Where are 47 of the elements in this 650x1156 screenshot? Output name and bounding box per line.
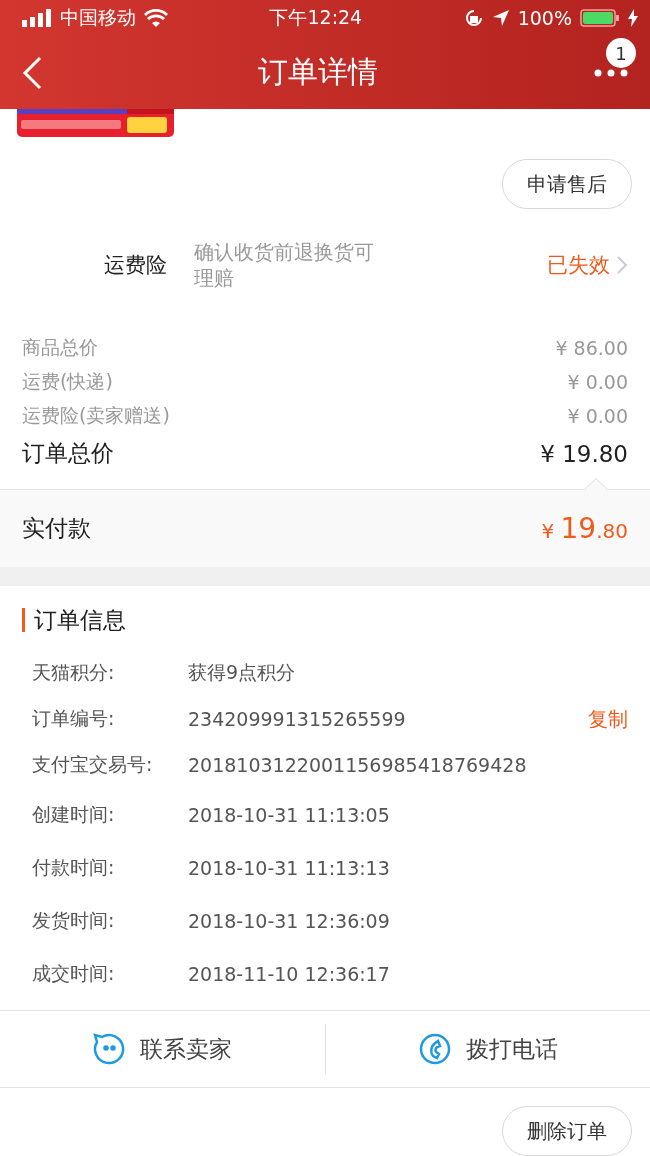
- info-label: 订单编号:: [32, 706, 116, 732]
- info-label: 创建时间:: [32, 801, 116, 827]
- info-value: 2018-10-31 11:13:13: [188, 856, 391, 879]
- after-sale-button[interactable]: 申请售后: [502, 159, 632, 210]
- battery-percent: 100%: [517, 7, 572, 29]
- info-label: 发货时间:: [32, 907, 116, 933]
- price-value: ¥ 86.00: [555, 336, 628, 359]
- chat-face-icon: [92, 1032, 127, 1067]
- contact-seller-button[interactable]: 联系卖家: [0, 1024, 325, 1075]
- insurance-description: 确认收货前退换货可理赔: [194, 239, 375, 292]
- info-value: 234209991315265599: [188, 708, 407, 731]
- paid-amount: ¥ 19.80: [541, 511, 628, 545]
- rotation-lock-icon: [463, 8, 484, 28]
- price-label: 运费险(卖家赠送): [22, 402, 170, 428]
- price-value: ¥ 0.00: [567, 370, 628, 393]
- notification-badge: 1: [606, 38, 636, 68]
- charging-bolt-icon: [628, 9, 638, 27]
- info-label: 付款时间:: [32, 854, 116, 880]
- chevron-right-icon: [616, 255, 628, 276]
- info-value: 2018-10-31 12:36:09: [188, 909, 391, 932]
- info-label: 天猫积分:: [32, 660, 116, 686]
- phone-icon: [417, 1032, 452, 1067]
- call-button[interactable]: 拨打电话: [324, 1024, 650, 1075]
- info-label: 支付宝交易号:: [32, 752, 154, 778]
- carrier-name: 中国移动: [60, 5, 136, 30]
- price-value: ¥ 0.00: [567, 404, 628, 427]
- paid-label: 实付款: [22, 513, 91, 543]
- info-label: 成交时间:: [32, 960, 116, 986]
- price-label: 商品总价: [22, 334, 98, 360]
- location-arrow-icon: [491, 9, 510, 27]
- wifi-icon: [144, 9, 168, 27]
- order-total-label: 订单总价: [22, 439, 114, 469]
- page-title: 订单详情: [257, 53, 379, 92]
- more-icon[interactable]: [594, 67, 628, 78]
- insurance-label: 运费险: [104, 252, 168, 280]
- delete-order-button[interactable]: 删除订单: [502, 1106, 632, 1156]
- info-value: 获得9点积分: [188, 660, 297, 686]
- signal-icon: [22, 9, 52, 27]
- info-value: 2018-10-31 11:13:05: [188, 803, 391, 826]
- info-value: 2018-11-10 12:36:17: [188, 962, 391, 985]
- clock-time: 下午12:24: [269, 5, 363, 30]
- section-title: 订单信息: [22, 608, 628, 633]
- battery-icon: [580, 9, 620, 27]
- back-icon[interactable]: [22, 55, 42, 90]
- info-value: 2018103122001156985418769428: [188, 754, 528, 777]
- price-label: 运费(快递): [22, 368, 113, 394]
- order-total-value: ¥ 19.80: [540, 440, 628, 467]
